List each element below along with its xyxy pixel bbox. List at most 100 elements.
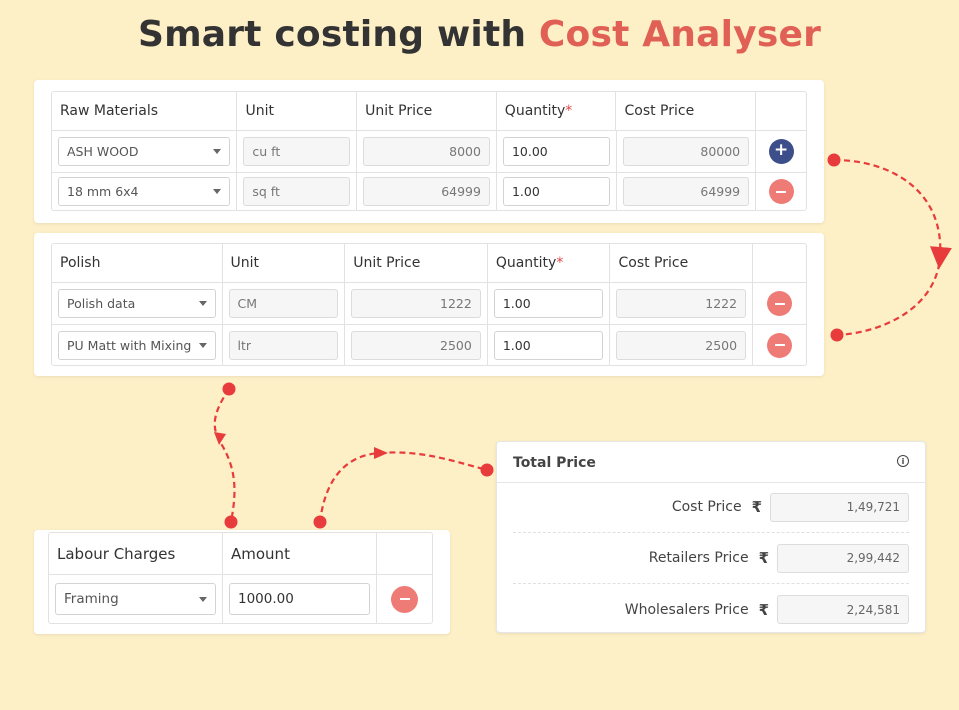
quantity-input[interactable]: 1.00 <box>502 177 610 206</box>
select-value: Framing <box>64 591 119 607</box>
minus-icon <box>774 302 785 305</box>
wholesalers-price-row: Wholesalers Price ₹ 2,24,581 <box>513 584 909 635</box>
remove-row-button[interactable] <box>391 585 418 613</box>
chevron-down-icon <box>198 342 207 348</box>
wholesalers-price-label: Wholesalers Price <box>624 601 749 618</box>
total-price-card: Total Price i Cost Price ₹ 1,49,721 Reta… <box>496 441 926 633</box>
required-marker: * <box>556 255 564 271</box>
chevron-down-icon <box>199 596 207 602</box>
chevron-down-icon <box>198 301 207 306</box>
raw-material-select[interactable]: ASH WOOD <box>58 137 231 166</box>
unit-field: CM <box>228 289 339 318</box>
col-action <box>377 533 432 574</box>
col-unit: Unit <box>237 92 358 130</box>
arrow-dot <box>830 328 844 342</box>
col-unit: Unit <box>223 244 346 282</box>
headline-prefix: Smart costing with <box>137 14 539 55</box>
raw-material-select[interactable]: 18 mm 6x4 <box>58 177 231 206</box>
raw-materials-table: Raw Materials Unit Unit Price Quantity * … <box>51 91 807 211</box>
arrow-labour-to-total <box>318 451 488 523</box>
col-action <box>753 244 806 282</box>
unit-price-field: 8000 <box>363 137 490 166</box>
select-value: Polish data <box>67 296 136 311</box>
select-value: ASH WOOD <box>67 144 139 159</box>
col-cost-price: Cost Price <box>616 92 757 130</box>
quantity-input[interactable]: 10.00 <box>502 137 610 166</box>
total-price-title: Total Price <box>513 455 596 471</box>
remove-row-button[interactable] <box>767 291 793 316</box>
table-row: ASH WOOD cu ft 8000 10.00 80000 + <box>52 131 806 173</box>
cost-price-field: 1222 <box>616 289 747 318</box>
polish-card: Polish Unit Unit Price Quantity * Cost Pr… <box>34 233 824 376</box>
polish-select[interactable]: PU Matt with Mixing <box>58 330 216 360</box>
rupee-icon: ₹ <box>751 498 762 516</box>
col-unit-price: Unit Price <box>357 92 497 130</box>
col-polish: Polish <box>52 244 223 282</box>
arrow-raw-to-polish <box>833 158 952 337</box>
cost-price-field: 64999 <box>622 177 750 206</box>
labour-header: Labour Charges Amount <box>49 533 432 575</box>
arrow-dot <box>480 463 494 477</box>
col-quantity-label: Quantity <box>504 103 566 119</box>
table-row: PU Matt with Mixing ltr 2500 1.00 2500 <box>52 325 806 365</box>
remove-row-button[interactable] <box>768 179 794 204</box>
chevron-down-icon <box>213 189 222 194</box>
arrow-dot <box>827 153 841 167</box>
required-marker: * <box>565 103 573 119</box>
arrowhead-icon <box>374 447 388 459</box>
rupee-icon: ₹ <box>758 600 769 619</box>
col-quantity: Quantity * <box>497 92 617 130</box>
raw-materials-card: Raw Materials Unit Unit Price Quantity * … <box>34 80 824 223</box>
polish-header: Polish Unit Unit Price Quantity * Cost Pr… <box>52 244 806 283</box>
retailers-price-row: Retailers Price ₹ 2,99,442 <box>513 533 909 584</box>
col-action <box>756 92 806 130</box>
arrow-polish-to-labour <box>213 388 236 523</box>
arrowhead-icon <box>214 432 226 445</box>
labour-table: Labour Charges Amount Framing 1000.00 <box>48 532 433 624</box>
unit-price-field: 64999 <box>363 177 490 206</box>
labour-card: Labour Charges Amount Framing 1000.00 <box>34 530 450 634</box>
cost-price-field: 80000 <box>622 137 750 166</box>
plus-icon: + <box>773 140 789 160</box>
col-raw-materials: Raw Materials <box>52 92 238 130</box>
unit-field: cu ft <box>243 137 351 166</box>
raw-materials-header: Raw Materials Unit Unit Price Quantity * … <box>52 92 806 131</box>
polish-table: Polish Unit Unit Price Quantity * Cost Pr… <box>51 243 807 366</box>
unit-field: sq ft <box>243 177 351 206</box>
quantity-input[interactable]: 1.00 <box>493 330 604 360</box>
amount-input[interactable]: 1000.00 <box>229 583 370 615</box>
col-unit-price: Unit Price <box>345 244 488 282</box>
minus-icon <box>776 190 787 193</box>
page-headline: Smart costing with Cost Analyser <box>0 14 959 55</box>
headline-accent: Cost Analyser <box>538 14 822 55</box>
col-amount: Amount <box>223 533 377 574</box>
table-row: Framing 1000.00 <box>49 575 432 623</box>
select-value: 18 mm 6x4 <box>67 184 139 199</box>
col-labour-charges: Labour Charges <box>49 533 223 574</box>
unit-price-field: 2500 <box>351 330 481 360</box>
chevron-down-icon <box>213 149 222 154</box>
cost-price-row: Cost Price ₹ 1,49,721 <box>513 482 909 533</box>
labour-type-select[interactable]: Framing <box>55 583 216 615</box>
table-row: 18 mm 6x4 sq ft 64999 1.00 64999 <box>52 173 806 210</box>
arrow-dot <box>222 382 236 396</box>
arrow-dot <box>224 515 238 529</box>
add-row-button[interactable]: + <box>768 139 794 164</box>
table-row: Polish data CM 1222 1.00 1222 <box>52 283 806 325</box>
unit-price-field: 1222 <box>351 289 481 318</box>
cost-price-label: Cost Price <box>671 499 742 515</box>
retailers-price-label: Retailers Price <box>648 550 749 566</box>
col-quantity: Quantity * <box>488 244 611 282</box>
rupee-icon: ₹ <box>758 549 769 567</box>
col-cost-price: Cost Price <box>610 244 754 282</box>
info-icon[interactable]: i <box>897 455 909 467</box>
remove-row-button[interactable] <box>767 332 793 358</box>
cost-price-value: 1,49,721 <box>770 492 909 522</box>
select-value: PU Matt with Mixing <box>67 337 192 353</box>
polish-select[interactable]: Polish data <box>58 289 216 318</box>
col-quantity-label: Quantity <box>495 255 557 271</box>
arrow-dot <box>313 515 327 529</box>
quantity-input[interactable]: 1.00 <box>493 289 604 318</box>
arrowhead-icon <box>934 250 946 262</box>
retailers-price-value: 2,99,442 <box>777 543 909 573</box>
